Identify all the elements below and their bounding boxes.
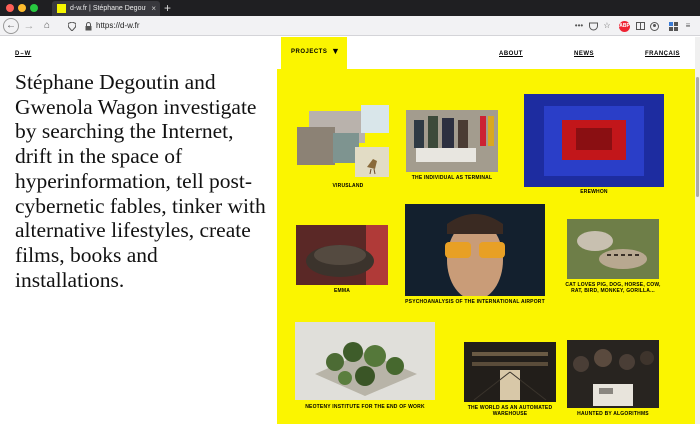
maximize-window-button[interactable]: [30, 4, 38, 12]
tracking-shield-icon[interactable]: [67, 18, 77, 34]
url-bar[interactable]: https://d-w.fr: [96, 20, 140, 32]
intro-panel: D–W Stéphane Degoutin and Gwenola Wagon …: [0, 37, 277, 424]
projects-label: PROJECTS: [291, 49, 328, 55]
projects-panel: ABOUT NEWS FRANÇAIS PROJECTS ▼ VIRUSLAND…: [277, 37, 695, 424]
nav-about[interactable]: ABOUT: [499, 51, 523, 57]
nav-projects[interactable]: PROJECTS ▼: [281, 37, 347, 70]
new-tab-button[interactable]: +: [164, 0, 171, 16]
page: D–W Stéphane Degoutin and Gwenola Wagon …: [0, 37, 700, 424]
intro-text: Stéphane Degoutin and Gwenola Wagon inve…: [15, 70, 266, 292]
browser-tab[interactable]: d-w.fr | Stéphane Degoutin – Gw... ×: [52, 1, 160, 16]
project-individual-as-terminal[interactable]: THE INDIVIDUAL AS TERMINAL: [406, 110, 498, 184]
back-button[interactable]: ←: [3, 18, 19, 34]
project-thumbnail: [464, 342, 556, 402]
project-thumbnail: [567, 340, 659, 408]
pocket-icon[interactable]: [587, 19, 599, 36]
browser-toolbar: ← → ⌂ https://d-w.fr ••• ☆ ABP ≡: [0, 16, 700, 36]
project-title: EREWHON: [580, 189, 608, 195]
browser-tab-bar: d-w.fr | Stéphane Degoutin – Gw... × +: [0, 0, 700, 16]
project-title: EMMA: [333, 288, 351, 294]
project-title: PSYCHOANALYSIS OF THE INTERNATIONAL AIRP…: [405, 299, 545, 305]
project-erewhon[interactable]: EREWHON: [524, 94, 664, 196]
project-title: HAUNTED BY ALGORITHMS: [577, 411, 649, 417]
nav-francais[interactable]: FRANÇAIS: [645, 51, 680, 57]
project-automated-warehouse[interactable]: THE WORLD AS AN AUTOMATED WAREHOUSE: [464, 342, 556, 424]
project-thumbnail: [567, 219, 659, 279]
forward-button[interactable]: →: [22, 18, 36, 34]
project-title: CAT LOVES PIG, DOG, HORSE, COW, RAT, BIR…: [565, 282, 661, 294]
menu-icon[interactable]: ≡: [682, 19, 694, 33]
project-haunted-by-algorithms[interactable]: HAUNTED BY ALGORITHMS: [567, 340, 659, 418]
project-title: THE WORLD AS AN AUTOMATED WAREHOUSE: [467, 405, 553, 417]
project-title: THE INDIVIDUAL AS TERMINAL: [411, 175, 493, 181]
extensions-icon[interactable]: [667, 19, 679, 36]
reader-view-icon[interactable]: [634, 19, 646, 35]
favicon-icon: [57, 4, 66, 13]
adblock-icon[interactable]: ABP: [619, 21, 630, 32]
project-thumbnail: [295, 322, 435, 400]
project-emma[interactable]: EMMA: [296, 225, 388, 295]
page-scrollbar[interactable]: [695, 37, 700, 424]
close-window-button[interactable]: [6, 4, 14, 12]
caret-down-icon: ▼: [331, 46, 340, 56]
bookmark-star-icon[interactable]: ☆: [601, 19, 613, 33]
account-icon[interactable]: [648, 19, 660, 36]
project-thumbnail: [405, 204, 545, 296]
project-virusland[interactable]: VIRUSLAND: [297, 105, 389, 191]
project-cat-loves-pig[interactable]: CAT LOVES PIG, DOG, HORSE, COW, RAT, BIR…: [565, 219, 660, 299]
project-thumbnail: [524, 94, 664, 187]
project-title: NEOTENY INSTITUTE FOR THE END OF WORK: [305, 404, 425, 410]
project-thumbnail: [296, 225, 388, 285]
project-thumbnail: [406, 110, 498, 172]
home-button[interactable]: ⌂: [40, 18, 54, 34]
page-actions-icon[interactable]: •••: [573, 19, 585, 33]
tab-close-icon[interactable]: ×: [151, 3, 156, 14]
lock-icon[interactable]: [83, 18, 93, 34]
project-thumbnail: [297, 127, 335, 165]
project-thumbnail: [361, 105, 389, 133]
tab-title: d-w.fr | Stéphane Degoutin – Gw...: [70, 5, 146, 12]
minimize-window-button[interactable]: [18, 4, 26, 12]
site-logo[interactable]: D–W: [15, 51, 31, 57]
scrollbar-thumb[interactable]: [696, 77, 699, 197]
project-title: VIRUSLAND: [332, 183, 364, 189]
project-psychoanalysis-airport[interactable]: PSYCHOANALYSIS OF THE INTERNATIONAL AIRP…: [405, 204, 545, 310]
project-thumbnail: [355, 147, 389, 177]
nav-news[interactable]: NEWS: [574, 51, 594, 57]
project-neoteny-institute[interactable]: NEOTENY INSTITUTE FOR THE END OF WORK: [295, 322, 435, 418]
